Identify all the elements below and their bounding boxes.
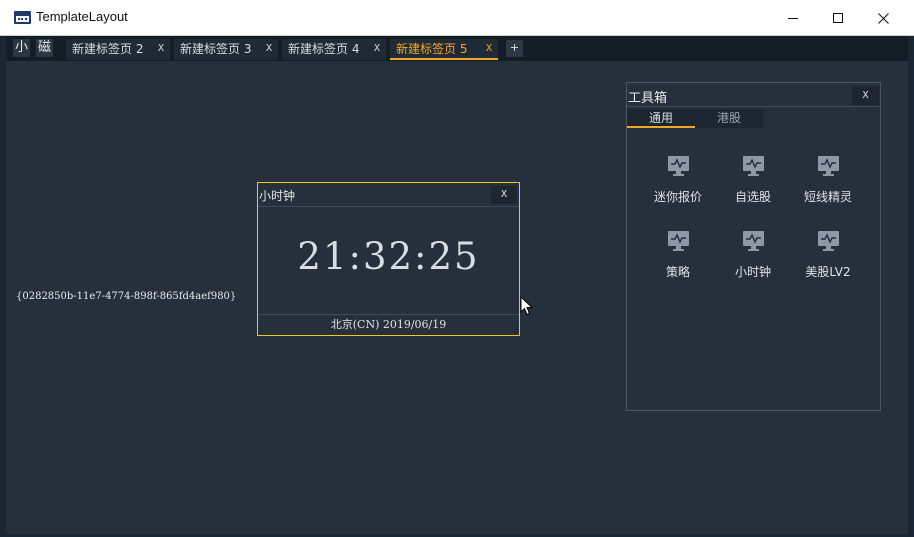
monitor-chart-icon [743, 231, 764, 251]
tab-new-2[interactable]: 新建标签页 2 X [66, 39, 170, 60]
tab-hk-stocks[interactable]: 港股 [695, 109, 763, 128]
monitor-chart-icon [818, 231, 839, 251]
tool-watchlist[interactable]: 自选股 [715, 156, 791, 210]
maximize-button[interactable] [815, 0, 861, 36]
clock-time: 21:32:25 [297, 235, 480, 278]
tab-close-button[interactable]: X [266, 39, 272, 59]
toolbox-close-button[interactable]: X [852, 86, 879, 105]
tool-label: 策略 [665, 265, 690, 279]
tab-general[interactable]: 通用 [627, 109, 695, 128]
tool-strategy[interactable]: 策略 [640, 231, 716, 285]
minimize-button[interactable] [770, 0, 816, 36]
tool-small-clock[interactable]: 小时钟 [715, 231, 791, 285]
tool-us-stocks-lv2[interactable]: 美股LV2 [790, 231, 866, 285]
tab-new-3[interactable]: 新建标签页 3 X [174, 39, 278, 60]
clock-close-button[interactable]: X [491, 186, 517, 204]
tab-close-button[interactable]: X [374, 39, 380, 59]
tab-label: 新建标签页 3 [180, 42, 252, 56]
close-icon [877, 12, 889, 24]
monitor-chart-icon [818, 156, 839, 176]
tab-close-button[interactable]: X [158, 39, 164, 59]
tool-label: 小时钟 [734, 265, 771, 279]
monitor-chart-icon [668, 231, 689, 251]
toolbox-header[interactable]: 工具箱 X [627, 83, 880, 107]
tool-mini-quote[interactable]: 迷你报价 [640, 156, 716, 210]
layout-guid-text: {0282850b-11e7-4774-898f-865fd4aef980} [16, 291, 237, 302]
clock-widget-header[interactable]: 小时钟 X [258, 183, 519, 207]
tab-label: 新建标签页 2 [72, 42, 144, 56]
tool-label: 自选股 [734, 190, 771, 204]
magnet-mode-button[interactable]: 磁 [36, 39, 54, 57]
title-bar: TemplateLayout [0, 0, 914, 36]
tool-label: 迷你报价 [653, 190, 702, 204]
clock-location-date: 北京(CN) 2019/06/19 [258, 314, 519, 335]
monitor-chart-icon [668, 156, 689, 176]
clock-widget[interactable]: 小时钟 X 21:32:25 北京(CN) 2019/06/19 [257, 182, 520, 336]
mini-mode-button[interactable]: 小 [13, 39, 31, 57]
tab-bar: 小 磁 新建标签页 2 X 新建标签页 3 X 新建标签页 4 X 新建标签页 … [6, 36, 908, 61]
tool-label: 短线精灵 [803, 190, 852, 204]
toolbox-title: 工具箱 [628, 91, 668, 106]
window-title: TemplateLayout [36, 9, 128, 24]
monitor-chart-icon [743, 156, 764, 176]
app-window-icon [14, 11, 31, 24]
clock-widget-title: 小时钟 [259, 189, 296, 203]
tab-close-button[interactable]: X [486, 39, 492, 59]
maximize-icon [833, 13, 843, 23]
tab-label: 新建标签页 5 [396, 42, 468, 56]
toolbox-panel: 工具箱 X 通用 港股 迷你报价 自选股 短线精灵 策略 小时钟 美股LV2 [626, 82, 881, 411]
tool-short-term-genie[interactable]: 短线精灵 [790, 156, 866, 210]
tool-label: 美股LV2 [805, 265, 851, 279]
tab-new-4[interactable]: 新建标签页 4 X [282, 39, 386, 60]
mouse-pointer-icon [520, 296, 534, 316]
minimize-icon [788, 17, 798, 19]
add-tab-button[interactable]: + [506, 40, 523, 57]
close-window-button[interactable] [860, 0, 906, 36]
tab-new-5[interactable]: 新建标签页 5 X [390, 39, 498, 60]
tab-label: 新建标签页 4 [288, 42, 360, 56]
